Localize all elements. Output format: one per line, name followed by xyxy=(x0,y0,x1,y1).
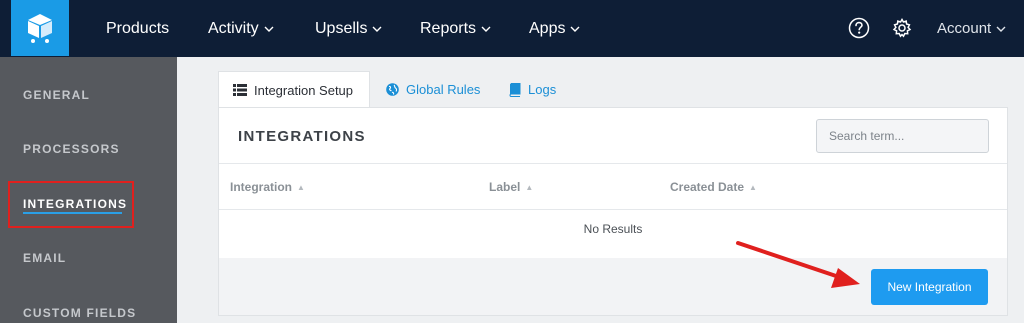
sort-icon: ▲︎ xyxy=(525,182,534,192)
sidebar-item-general[interactable]: GENERAL xyxy=(23,88,90,102)
panel-title: INTEGRATIONS xyxy=(238,128,366,145)
nav-activity[interactable]: Activity xyxy=(208,0,274,57)
column-header-label: Created Date xyxy=(670,180,745,194)
chevron-down-icon xyxy=(372,26,382,32)
sidebar-item-custom-fields[interactable]: CUSTOM FIELDS xyxy=(23,306,136,320)
chevron-down-icon xyxy=(264,26,274,32)
sort-icon: ▲︎ xyxy=(297,182,305,192)
nav-products-label: Products xyxy=(106,19,170,37)
tab-logs-label: Logs xyxy=(528,82,557,97)
nav-activity-label: Activity xyxy=(208,19,259,37)
tab-integration-setup[interactable]: Integration Setup xyxy=(218,71,370,108)
nav-apps[interactable]: Apps xyxy=(529,0,580,57)
panel-footer: New Integration xyxy=(219,258,1007,315)
chevron-down-icon xyxy=(570,26,580,32)
divider xyxy=(219,163,1007,164)
column-header-integration[interactable]: Integration ▲︎ xyxy=(230,180,305,194)
integrations-panel: INTEGRATIONS Integration ▲︎ Label ▲︎ Cre… xyxy=(218,107,1008,316)
top-navbar: Products Activity Upsells Reports Apps A… xyxy=(0,0,1024,57)
tab-global-rules[interactable]: Global Rules xyxy=(386,71,480,108)
list-icon xyxy=(233,84,247,96)
nav-apps-label: Apps xyxy=(529,19,566,37)
book-icon xyxy=(509,82,521,97)
account-label: Account xyxy=(937,20,992,37)
column-header-label: Integration xyxy=(230,180,292,194)
search-input[interactable] xyxy=(816,119,989,153)
column-header-label: Label xyxy=(489,180,521,194)
sidebar-item-email[interactable]: EMAIL xyxy=(23,251,66,265)
globe-icon xyxy=(386,83,399,96)
annotation-arrow-icon xyxy=(736,241,860,288)
nav-upsells-label: Upsells xyxy=(315,19,368,37)
empty-results-message: No Results xyxy=(583,222,643,236)
tab-integration-setup-label: Integration Setup xyxy=(254,82,354,98)
sort-icon: ▲︎ xyxy=(749,182,757,192)
box-cart-icon xyxy=(28,14,52,43)
chevron-down-icon xyxy=(481,26,491,32)
nav-reports[interactable]: Reports xyxy=(420,0,491,57)
tab-global-rules-label: Global Rules xyxy=(406,82,481,97)
nav-products[interactable]: Products xyxy=(106,0,169,57)
account-menu[interactable]: Account xyxy=(937,0,1006,57)
chevron-down-icon xyxy=(996,26,1006,32)
app-logo[interactable] xyxy=(11,0,69,56)
annotation-highlight-box xyxy=(8,181,134,228)
tab-logs[interactable]: Logs xyxy=(509,71,556,108)
nav-reports-label: Reports xyxy=(420,19,477,37)
divider xyxy=(219,209,1007,210)
new-integration-button[interactable]: New Integration xyxy=(871,269,988,305)
question-circle-icon[interactable] xyxy=(848,17,870,39)
column-header-label-col[interactable]: Label ▲︎ xyxy=(489,180,533,194)
gear-icon[interactable] xyxy=(891,17,913,39)
nav-upsells[interactable]: Upsells xyxy=(315,0,382,57)
sidebar-item-processors[interactable]: PROCESSORS xyxy=(23,142,120,156)
column-header-created-date[interactable]: Created Date ▲︎ xyxy=(670,180,757,194)
